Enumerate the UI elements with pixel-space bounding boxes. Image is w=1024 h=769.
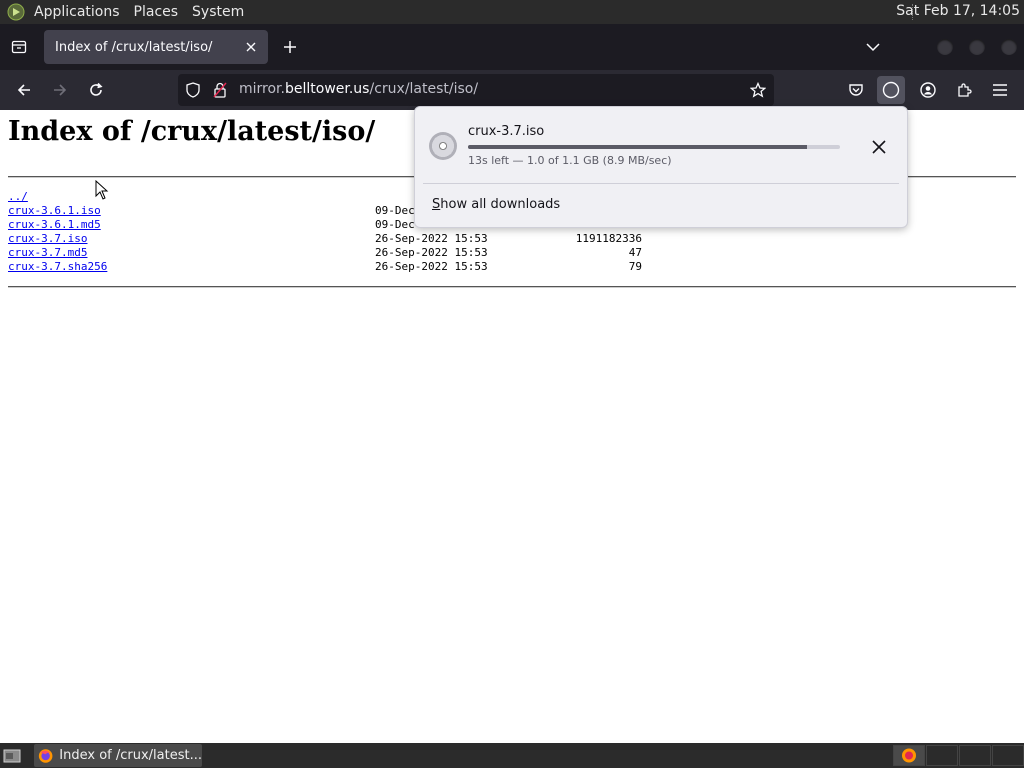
places-menu[interactable]: Places [134,4,179,20]
distro-logo-icon[interactable] [6,2,26,22]
url-path: /crux/latest/iso/ [369,81,479,97]
file-size: 79 [628,260,642,273]
file-date: 26-Sep-2022 15:53 [375,246,488,259]
page-heading: Index of /crux/latest/iso/ [8,116,376,147]
close-icon[interactable] [242,38,260,56]
horizontal-rule [8,286,1016,288]
tab-bar: Index of /crux/latest/iso/ [0,24,1024,70]
file-date: 09-Dec [375,204,415,217]
file-link[interactable]: crux-3.7.md5 [8,246,87,260]
firefox-view-icon[interactable] [8,36,30,58]
show-all-rest: how all downloads [440,197,561,212]
panel-divider [423,183,899,184]
url-domain: belltower.us [284,81,370,97]
file-size: 1191182336 [575,232,642,245]
taskbar-window-label: Index of /crux/latest... [59,748,202,763]
file-date: 26-Sep-2022 15:53 [375,260,488,273]
extensions-puzzle-icon[interactable] [950,76,978,104]
show-desktop-icon[interactable] [2,747,22,765]
tab-title: Index of /crux/latest/iso/ [55,39,213,55]
show-all-downloads-button[interactable]: Show all downloads [432,197,560,212]
workspace-3[interactable] [959,745,991,766]
downloads-panel: crux-3.7.iso 13s left — 1.0 of 1.1 GB (8… [414,106,908,228]
shield-icon[interactable] [185,82,201,98]
url-text[interactable]: mirror.belltower.us/crux/latest/iso/ [239,81,478,97]
applications-menu[interactable]: Applications [34,4,120,20]
bookmark-star-icon[interactable] [750,82,766,98]
url-prefix: mirror. [239,81,285,97]
window-close-button[interactable] [1001,39,1017,55]
download-progress-fill [468,145,807,149]
hamburger-menu-icon[interactable] [986,76,1014,104]
reload-icon[interactable] [84,78,108,102]
mouse-cursor-icon [95,180,109,200]
navigation-toolbar: mirror.belltower.us/crux/latest/iso/ [0,70,1024,110]
url-bar[interactable]: mirror.belltower.us/crux/latest/iso/ [178,74,774,106]
clock[interactable]: Sat Feb 17, 14:05 [896,3,1020,19]
new-tab-icon[interactable] [279,36,301,58]
download-file-name[interactable]: crux-3.7.iso [468,124,544,139]
file-link[interactable]: crux-3.7.sha256 [8,260,107,274]
pocket-icon[interactable] [842,76,870,104]
insecure-lock-icon[interactable] [212,82,228,98]
system-menu[interactable]: System [192,4,244,20]
file-link[interactable]: crux-3.7.iso [8,232,87,246]
chevron-down-icon[interactable] [862,36,884,58]
download-status: 13s left — 1.0 of 1.1 GB (8.9 MB/sec) [468,154,672,167]
system-top-panel: Applications Places System Sat Feb 17, 1… [0,0,1024,24]
bottom-taskbar: Index of /crux/latest... [0,743,1024,768]
downloads-progress-icon[interactable] [877,76,905,104]
workspace-4[interactable] [992,745,1024,766]
tab-active[interactable]: Index of /crux/latest/iso/ [44,30,268,64]
account-icon[interactable] [914,76,942,104]
file-date: 26-Sep-2022 15:53 [375,232,488,245]
forward-arrow-icon[interactable] [48,78,72,102]
file-link[interactable]: crux-3.6.1.iso [8,204,101,218]
minimize-button[interactable] [937,39,953,55]
cancel-download-button[interactable] [867,135,891,159]
parent-dir-link[interactable]: ../ [8,190,28,204]
disc-image-icon [429,132,457,160]
download-progress-bar [468,145,840,149]
maximize-button[interactable] [969,39,985,55]
back-arrow-icon[interactable] [12,78,36,102]
firefox-icon [38,748,53,763]
file-date: 09-Dec [375,218,415,231]
file-size: 47 [628,246,642,259]
workspace-2[interactable] [926,745,958,766]
file-link[interactable]: crux-3.6.1.md5 [8,218,101,232]
workspace-1[interactable] [893,745,925,766]
taskbar-window-button[interactable]: Index of /crux/latest... [34,744,202,767]
